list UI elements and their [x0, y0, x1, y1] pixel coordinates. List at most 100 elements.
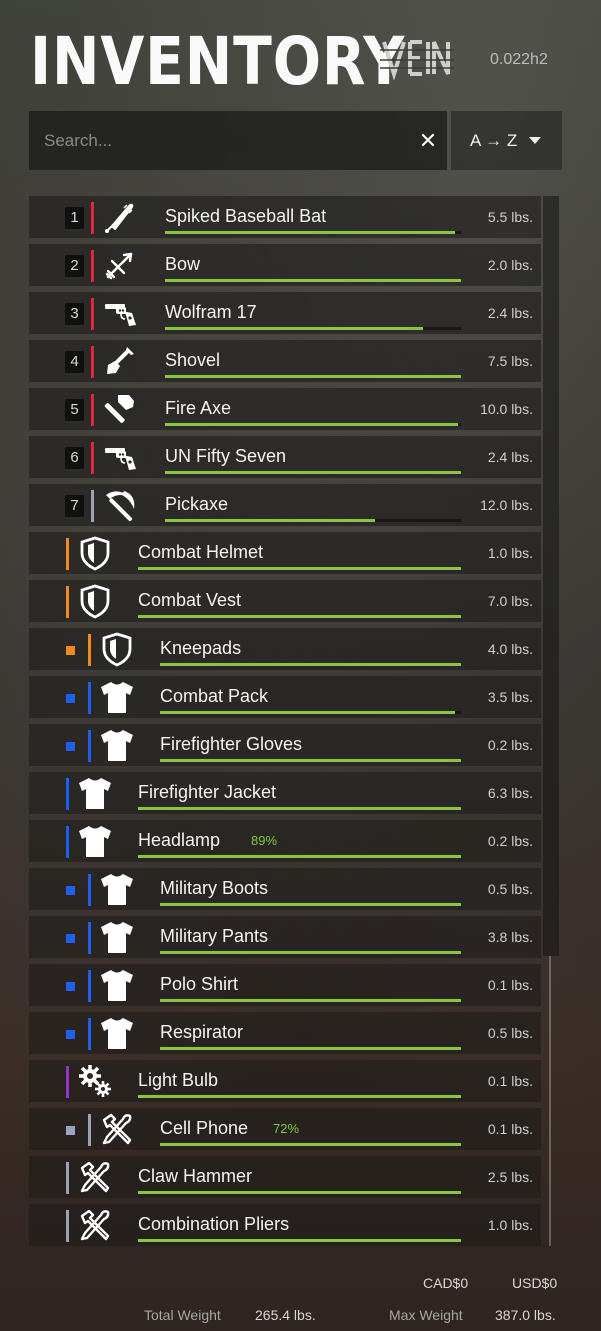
item-name: Shovel	[165, 350, 221, 370]
item-name: Military Pants	[160, 926, 269, 946]
condition-bar-fill	[160, 951, 461, 954]
condition-bar-fill	[160, 759, 461, 762]
shirt-icon	[99, 1015, 135, 1051]
condition-bar-fill	[165, 471, 461, 474]
item-charge-percent: 89%	[251, 833, 278, 848]
condition-bar	[138, 1095, 461, 1098]
hotbar-slot-number: 5	[65, 399, 84, 421]
scrollbar[interactable]	[543, 196, 559, 1246]
total-weight-label: Total Weight	[144, 1307, 221, 1323]
inventory-item-row[interactable]: Firefighter Jacket 6.3 lbs.	[29, 772, 541, 814]
condition-bar-fill	[160, 999, 461, 1002]
inventory-item-row[interactable]: 2 Bow 2.0 lbs.	[29, 244, 541, 286]
usd-balance: USD$0	[512, 1275, 558, 1291]
item-weight: 3.8 lbs.	[487, 929, 533, 945]
category-color-bar	[66, 1162, 69, 1194]
category-color-bar	[91, 394, 94, 426]
item-name: Military Boots	[160, 878, 269, 898]
condition-bar-fill	[165, 423, 459, 426]
inventory-item-row[interactable]: Combination Pliers 1.0 lbs.	[29, 1204, 541, 1246]
inventory-item-row[interactable]: 4 Shovel 7.5 lbs.	[29, 340, 541, 382]
inventory-item-row[interactable]: Firefighter Gloves 0.2 lbs.	[29, 724, 541, 766]
gears-icon	[77, 1063, 113, 1099]
category-color-bar	[88, 1018, 91, 1050]
bow-arrow-icon	[102, 247, 138, 283]
condition-bar	[160, 1047, 461, 1050]
inventory-item-row[interactable]: Headlamp 89% 0.2 lbs.	[29, 820, 541, 862]
sort-label: A → Z	[470, 130, 518, 150]
vein-logo	[380, 40, 454, 80]
equipped-marker	[66, 742, 75, 751]
condition-bar	[165, 231, 461, 234]
version-label: 0.022h2	[490, 51, 548, 68]
hotbar-slot-number: 1	[65, 207, 84, 229]
axe-icon	[102, 391, 138, 427]
item-weight: 2.4 lbs.	[487, 305, 533, 321]
item-name: Wolfram 17	[165, 302, 257, 322]
scrollbar-track	[549, 956, 551, 1246]
item-weight: 7.0 lbs.	[487, 593, 533, 609]
inventory-item-row[interactable]: 1 Spiked Baseball Bat 5.5 lbs.	[29, 196, 541, 238]
inventory-item-row[interactable]: 7 Pickaxe 12.0 lbs.	[29, 484, 541, 526]
inventory-item-row[interactable]: Kneepads 4.0 lbs.	[29, 628, 541, 670]
inventory-item-row[interactable]: 5 Fire Axe 10.0 lbs.	[29, 388, 541, 430]
bat-icon	[102, 199, 138, 235]
condition-bar-fill	[138, 855, 461, 858]
item-charge-percent: 72%	[273, 1121, 300, 1136]
inventory-item-row[interactable]: Military Pants 3.8 lbs.	[29, 916, 541, 958]
tools-icon	[77, 1159, 113, 1195]
condition-bar-fill	[138, 1239, 461, 1242]
inventory-item-row[interactable]: Claw Hammer 2.5 lbs.	[29, 1156, 541, 1198]
inventory-list[interactable]: 1 Spiked Baseball Bat 5.5 lbs. 2 Bow 2.0 lbs.…	[29, 196, 541, 1246]
equipped-marker	[66, 982, 75, 991]
item-name: Spiked Baseball Bat	[165, 206, 327, 226]
item-name: Combat Pack	[160, 686, 269, 706]
shovel-icon	[102, 343, 138, 379]
item-weight: 2.0 lbs.	[487, 257, 533, 273]
category-color-bar	[91, 298, 94, 330]
inventory-item-row[interactable]: Military Boots 0.5 lbs.	[29, 868, 541, 910]
category-color-bar	[88, 634, 91, 666]
hotbar-slot-number: 6	[65, 447, 84, 469]
inventory-item-row[interactable]: 3 Wolfram 17 2.4 lbs.	[29, 292, 541, 334]
item-weight: 1.0 lbs.	[487, 545, 533, 561]
inventory-item-row[interactable]: Combat Vest 7.0 lbs.	[29, 580, 541, 622]
search-input[interactable]	[29, 111, 409, 170]
inventory-item-row[interactable]: Combat Pack 3.5 lbs.	[29, 676, 541, 718]
inventory-item-row[interactable]: Cell Phone 72% 0.1 lbs.	[29, 1108, 541, 1150]
condition-bar	[160, 711, 461, 714]
clear-search-button[interactable]: ✕	[409, 111, 447, 170]
close-icon: ✕	[418, 127, 438, 153]
condition-bar	[165, 519, 461, 522]
condition-bar-fill	[138, 1191, 461, 1194]
header: INVENTORY 0.022h2	[0, 0, 601, 110]
max-weight-label: Max Weight	[389, 1307, 463, 1323]
inventory-item-row[interactable]: Light Bulb 0.1 lbs.	[29, 1060, 541, 1102]
equipped-marker	[66, 694, 75, 703]
inventory-item-row[interactable]: Polo Shirt 0.1 lbs.	[29, 964, 541, 1006]
item-name: Firefighter Gloves	[160, 734, 303, 754]
category-color-bar	[66, 1210, 69, 1242]
condition-bar	[160, 999, 461, 1002]
condition-bar-fill	[165, 231, 456, 234]
category-color-bar	[66, 586, 69, 618]
category-color-bar	[88, 682, 91, 714]
scrollbar-thumb[interactable]	[543, 196, 559, 956]
equipped-marker	[66, 1126, 75, 1135]
condition-bar-fill	[138, 807, 461, 810]
item-name: Combat Vest	[138, 590, 242, 610]
inventory-item-row[interactable]: Combat Helmet 1.0 lbs.	[29, 532, 541, 574]
item-name: Fire Axe	[165, 398, 232, 418]
item-weight: 0.2 lbs.	[487, 737, 533, 753]
item-weight: 2.4 lbs.	[487, 449, 533, 465]
inventory-item-row[interactable]: 6 UN Fifty Seven 2.4 lbs.	[29, 436, 541, 478]
sort-dropdown[interactable]: A → Z	[451, 111, 562, 170]
inventory-item-row[interactable]: Respirator 0.5 lbs.	[29, 1012, 541, 1054]
condition-bar	[160, 903, 461, 906]
shirt-icon	[99, 727, 135, 763]
item-weight: 4.0 lbs.	[487, 641, 533, 657]
item-name: Pickaxe	[165, 494, 229, 514]
item-name: Bow	[165, 254, 201, 274]
category-color-bar	[88, 922, 91, 954]
shirt-icon	[77, 775, 113, 811]
